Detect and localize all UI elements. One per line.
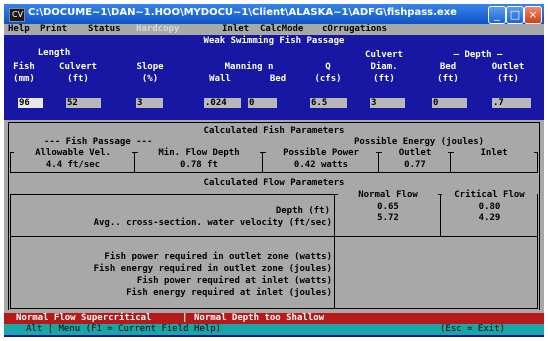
help-bar: Alt | Menu (F1 = Current Field Help) (Es… xyxy=(4,324,544,335)
status-message-left: Normal Flow Supercritical xyxy=(16,313,152,323)
fish-params-title: Calculated Fish Parameters xyxy=(203,126,345,136)
header-depth: — Depth — xyxy=(453,50,503,60)
min-flow-depth-label: Min. Flow Depth xyxy=(138,148,260,158)
section-title: Weak Swimming Fish Passage xyxy=(203,36,345,46)
normal-flow-heading: Normal Flow xyxy=(338,190,438,200)
outlet-depth-input[interactable]: .7 xyxy=(492,98,531,108)
possible-power-value: 0.42 watts xyxy=(293,160,349,170)
depth-label: Depth (ft) xyxy=(275,206,330,216)
min-flow-depth-value: 0.78 ft xyxy=(180,160,218,170)
culvert-diameter-input[interactable]: 3 xyxy=(370,98,405,108)
slope-input[interactable]: 3 xyxy=(136,98,163,108)
header-depth-bed: Bed xyxy=(439,62,457,72)
power-outlet-label: Fish power required in outlet zone (watt… xyxy=(104,252,332,262)
energy-outlet-label: Fish energy required in outlet zone (jou… xyxy=(93,264,332,274)
bed-depth-input[interactable]: 0 xyxy=(432,98,467,108)
menu-print[interactable]: Print xyxy=(40,24,67,35)
critical-depth-value: 0.80 xyxy=(478,202,501,212)
window-title-bar[interactable]: CV C:\DOCUME~1\DAN~1.HOO\MYDOCU~1\Client… xyxy=(4,4,544,24)
allowable-velocity-value: 4.4 ft/sec xyxy=(45,160,101,170)
outlet-energy-label: Outlet xyxy=(382,148,448,158)
menu-hardcopy: Hardcopy xyxy=(136,24,180,34)
header-wall: Wall xyxy=(209,74,231,84)
maximize-button[interactable]: □ xyxy=(506,6,524,24)
outlet-energy-value: 0.77 xyxy=(404,160,426,170)
normal-depth-value: 0.65 xyxy=(377,202,399,212)
energy-inlet-label: Fish energy required at inlet (joules) xyxy=(126,288,332,298)
critical-velocity-value: 4.29 xyxy=(478,213,501,223)
velocity-label: Avg.. cross-section. water velocity (ft/… xyxy=(93,218,332,228)
inlet-energy-label: Inlet xyxy=(454,148,534,158)
critical-flow-heading: Critical Flow xyxy=(442,190,537,200)
results-panel: Calculated Fish Parameters --- Fish Pass… xyxy=(4,120,544,313)
culvert-length-input[interactable]: 52 xyxy=(66,98,101,108)
header-diam: Diam. xyxy=(370,62,398,72)
header-outlet: Outlet xyxy=(491,62,525,72)
manning-wall-input[interactable]: .024 xyxy=(204,98,241,108)
header-fish: Fish xyxy=(13,62,35,72)
header-culvert-unit: (ft) xyxy=(67,74,89,84)
power-inlet-label: Fish power required at inlet (watts) xyxy=(136,276,332,286)
status-separator: | xyxy=(182,313,188,323)
close-button[interactable]: × xyxy=(524,6,542,24)
header-slope: Slope xyxy=(136,62,164,72)
possible-power-label: Possible Power xyxy=(266,148,376,158)
help-text: Alt | Menu (F1 = Current Field Help) xyxy=(26,324,222,334)
allowable-velocity-label: Allowable Vel. xyxy=(14,148,132,158)
manning-bed-input[interactable]: 0 xyxy=(248,98,277,108)
minimize-button[interactable]: _ xyxy=(488,6,506,24)
menu-inlet[interactable]: Inlet xyxy=(222,24,249,35)
header-q-unit: (cfs) xyxy=(314,74,342,84)
header-length: Length xyxy=(37,48,71,58)
fish-length-input[interactable]: 96 xyxy=(18,98,43,108)
console-app-icon: CV xyxy=(9,8,25,22)
header-culvert-diam: Culvert xyxy=(365,50,403,60)
header-manning: Manning n xyxy=(224,62,274,72)
possible-energy-heading: Possible Energy (joules) xyxy=(354,137,485,147)
window-title: C:\DOCUME~1\DAN~1.HOO\MYDOCU~1\Client\AL… xyxy=(28,7,457,18)
header-bed: Bed xyxy=(269,74,287,84)
header-depth-bed-unit: (ft) xyxy=(437,74,459,84)
menu-status[interactable]: Status xyxy=(88,24,121,35)
flow-params-title: Calculated Flow Parameters xyxy=(203,178,345,188)
header-fish-unit: (mm) xyxy=(13,74,35,84)
console-window: Help Print Status Hardcopy Inlet CalcMod… xyxy=(4,24,544,337)
header-outlet-unit: (ft) xyxy=(497,74,519,84)
header-diam-unit: (ft) xyxy=(373,74,395,84)
header-culvert-length: Culvert xyxy=(59,62,97,72)
fish-passage-heading: --- Fish Passage --- xyxy=(44,137,153,147)
menu-help[interactable]: Help xyxy=(8,24,30,35)
normal-velocity-value: 5.72 xyxy=(377,213,399,223)
status-message-right: Normal Depth too Shallow xyxy=(194,313,325,323)
menu-calcmode[interactable]: CalcMode xyxy=(260,24,303,35)
menu-bar: Help Print Status Hardcopy Inlet CalcMod… xyxy=(4,24,544,35)
discharge-input[interactable]: 6.5 xyxy=(310,98,347,108)
header-q: Q xyxy=(325,62,331,72)
exit-hint[interactable]: (Esc = Exit) xyxy=(440,324,505,335)
status-bar: Normal Flow Supercritical | Normal Depth… xyxy=(4,313,544,324)
menu-corrugations[interactable]: cOrrugations xyxy=(322,24,387,35)
header-slope-unit: (%) xyxy=(141,74,159,84)
